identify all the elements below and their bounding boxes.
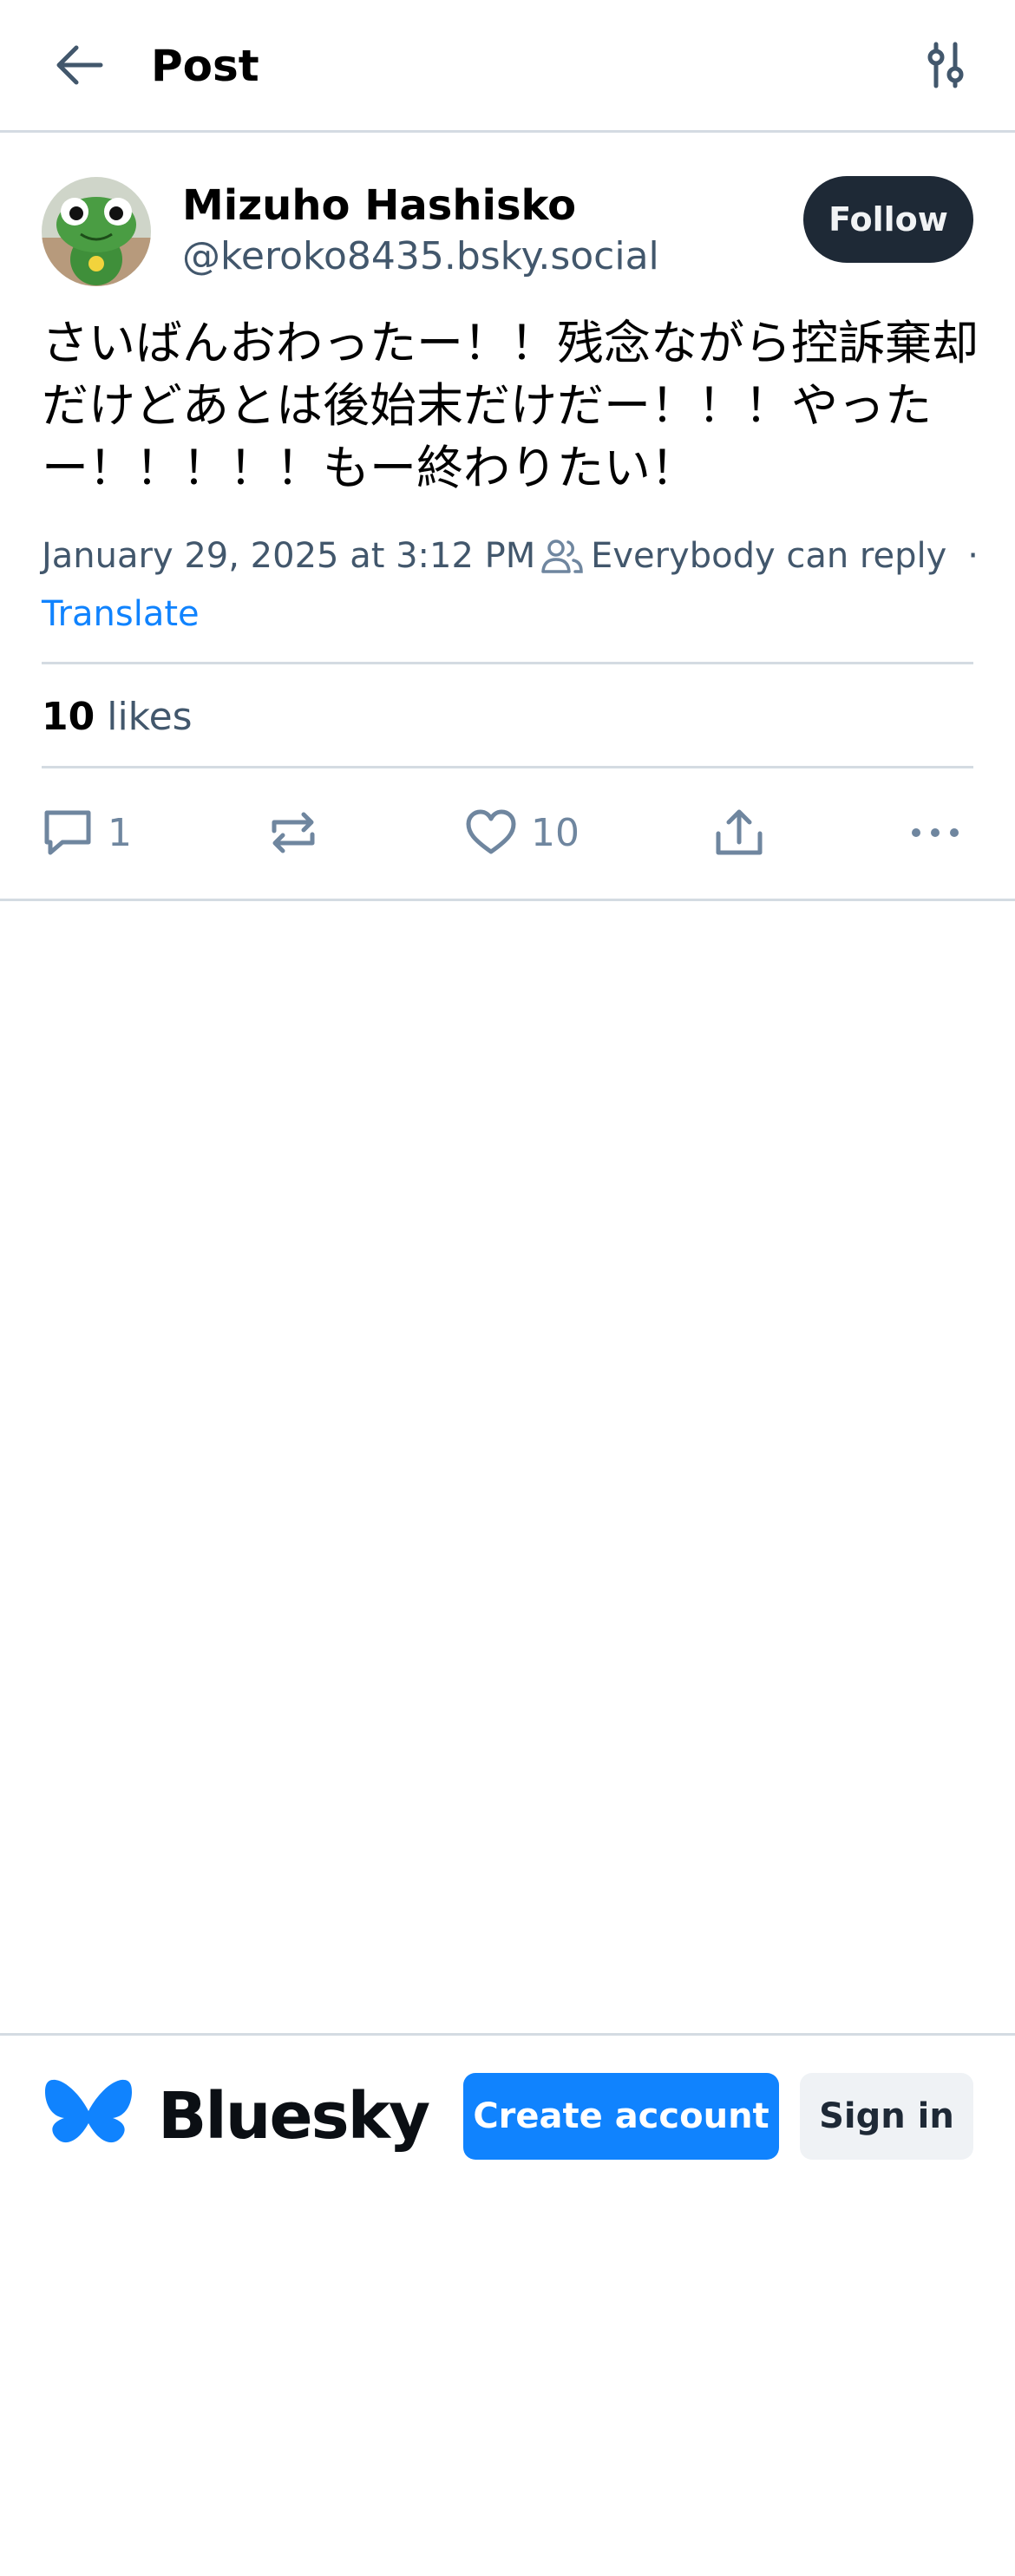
create-account-button[interactable]: Create account [463, 2073, 779, 2160]
reply-button[interactable]: 1 [42, 798, 132, 867]
comment-icon [42, 807, 94, 858]
reply-setting[interactable]: Everybody can reply [591, 536, 946, 576]
more-icon [909, 824, 961, 841]
meta-separator: · [967, 536, 979, 576]
more-options-button[interactable] [909, 798, 961, 867]
post-timestamp: January 29, 2025 at 3:12 PM [42, 536, 536, 576]
likes-row[interactable]: 10 likes [42, 685, 193, 748]
sign-in-button[interactable]: Sign in [800, 2073, 973, 2160]
share-button[interactable] [713, 798, 765, 867]
post-meta: January 29, 2025 at 3:12 PM Everybody ca… [42, 527, 979, 585]
sliders-icon [924, 42, 967, 92]
arrow-left-icon [52, 43, 104, 90]
heart-icon [465, 808, 517, 857]
translate-link[interactable]: Translate [42, 586, 200, 642]
post-bottom-border [0, 899, 1015, 901]
back-button[interactable] [35, 35, 121, 99]
likes-label: likes [107, 694, 193, 739]
share-icon [713, 807, 765, 858]
people-icon [540, 537, 584, 575]
follow-button[interactable]: Follow [803, 176, 973, 263]
footer-top-border [0, 2033, 1015, 2036]
post-text: さいばんおわったー！！残念ながら控訴棄却だけどあとは後始末だけだー！！！やったー… [42, 316, 979, 495]
like-button[interactable]: 10 [465, 798, 580, 867]
reply-count: 1 [108, 810, 132, 855]
like-count: 10 [531, 810, 580, 855]
divider [42, 662, 973, 664]
repost-icon [267, 808, 319, 857]
brand-name: Bluesky [158, 2079, 430, 2154]
brand-logo[interactable]: Bluesky [45, 2073, 430, 2160]
author-name[interactable]: Mizuho Hashisko [182, 175, 576, 236]
likes-count: 10 [42, 694, 95, 739]
top-bar: Post [0, 0, 1015, 133]
page-title: Post [151, 41, 259, 91]
divider [42, 766, 973, 768]
author-handle[interactable]: @keroko8435.bsky.social [182, 229, 659, 284]
repost-button[interactable] [267, 798, 319, 867]
butterfly-icon [45, 2076, 132, 2156]
thread-settings-button[interactable] [911, 35, 980, 99]
avatar[interactable] [42, 177, 151, 286]
